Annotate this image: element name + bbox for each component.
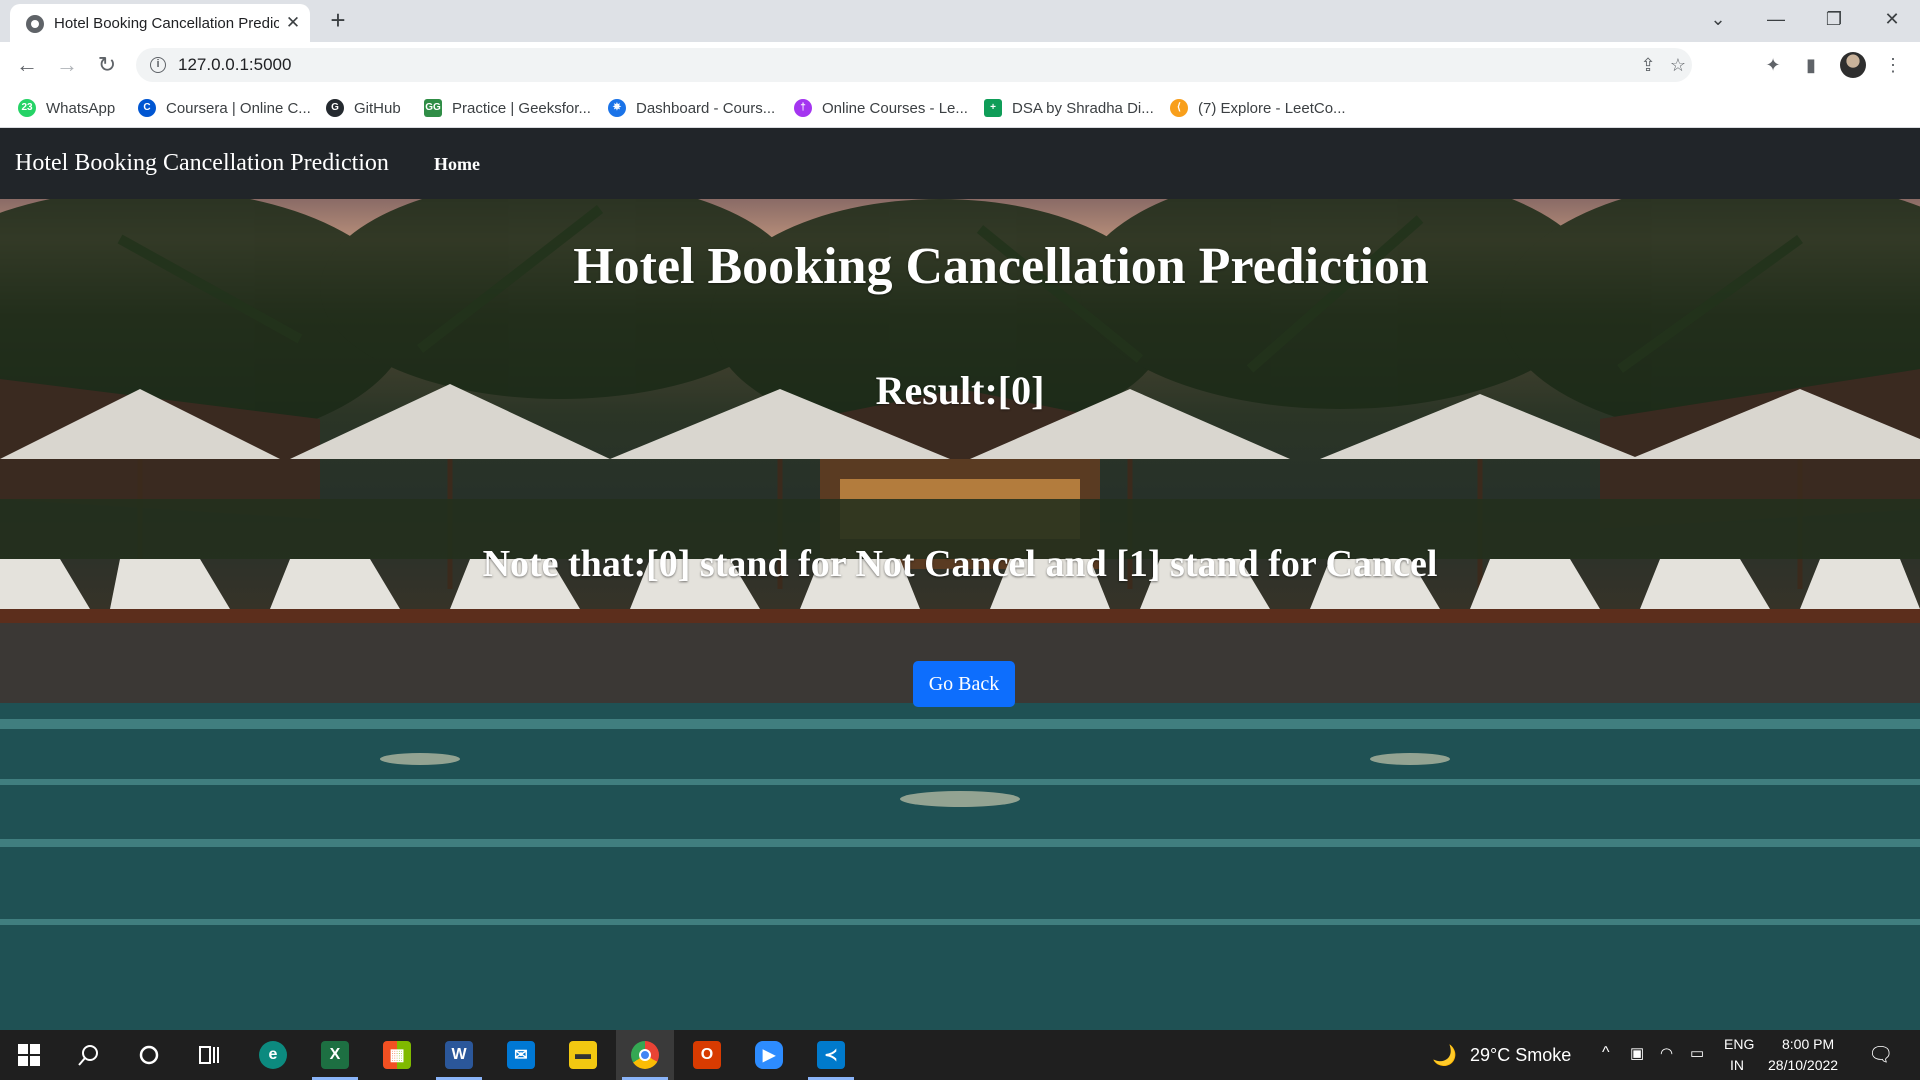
- bookmark-label: Dashboard - Cours...: [636, 99, 776, 117]
- vscode-icon: ≺: [817, 1041, 845, 1069]
- bookmark-label: Practice | Geeksfor...: [452, 99, 591, 117]
- navbar-brand[interactable]: Hotel Booking Cancellation Prediction: [15, 150, 389, 177]
- taskbar-vscode[interactable]: ≺: [802, 1030, 860, 1080]
- bookmark-label: (7) Explore - LeetCo...: [1198, 99, 1346, 117]
- online-courses-icon: †: [794, 99, 812, 117]
- taskbar-excel[interactable]: X: [306, 1030, 364, 1080]
- web-page: Hotel Booking Cancellation Prediction Ho…: [0, 128, 1920, 1030]
- nav-link-home[interactable]: Home: [434, 154, 480, 175]
- bookmark-github[interactable]: G GitHub: [326, 96, 401, 120]
- bookmark-label: DSA by Shradha Di...: [1012, 99, 1154, 117]
- sheets-icon: +: [984, 99, 1002, 117]
- notifications-icon[interactable]: 🗨: [1868, 1042, 1893, 1067]
- bookmark-coursera[interactable]: C Coursera | Online C...: [138, 96, 311, 120]
- bookmark-label: Coursera | Online C...: [166, 99, 311, 117]
- tab-search-chevron-icon[interactable]: ⌄: [1690, 0, 1746, 38]
- github-icon: G: [326, 99, 344, 117]
- battery-icon[interactable]: ▭: [1690, 1044, 1704, 1062]
- restore-button[interactable]: ❐: [1806, 0, 1862, 38]
- taskbar-store[interactable]: ▦: [368, 1030, 426, 1080]
- extensions-icon[interactable]: ✦: [1760, 52, 1786, 78]
- weather-text[interactable]: 29°C Smoke: [1470, 1045, 1571, 1066]
- close-window-button[interactable]: ✕: [1864, 0, 1920, 38]
- edge-icon: e: [259, 1041, 287, 1069]
- search-button[interactable]: [60, 1030, 118, 1080]
- cortana-icon: [139, 1045, 159, 1065]
- zoom-icon: ▶: [755, 1041, 783, 1069]
- geeksforgeeks-icon: GG: [424, 99, 442, 117]
- meet-now-icon[interactable]: ▣: [1630, 1044, 1644, 1062]
- mail-icon: ✉: [507, 1041, 535, 1069]
- weather-moon-icon[interactable]: 🌙: [1432, 1043, 1457, 1068]
- tab-title: Hotel Booking Cancellation Prediction: [54, 15, 279, 32]
- bookmark-label: GitHub: [354, 99, 401, 117]
- language-top[interactable]: ENG: [1724, 1036, 1754, 1052]
- taskbar-file-explorer[interactable]: ▬: [554, 1030, 612, 1080]
- taskbar-office[interactable]: O: [678, 1030, 736, 1080]
- taskbar-edge[interactable]: e: [244, 1030, 302, 1080]
- bookmark-online-courses[interactable]: † Online Courses - Le...: [794, 96, 968, 120]
- whatsapp-icon: 23: [18, 99, 36, 117]
- excel-icon: X: [321, 1041, 349, 1069]
- bookmark-dashboard[interactable]: ✵ Dashboard - Cours...: [608, 96, 775, 120]
- bookmark-dsa-sheet[interactable]: + DSA by Shradha Di...: [984, 96, 1154, 120]
- result-note: Note that:[0] stand for Not Cancel and […: [482, 543, 1438, 585]
- page-title: Hotel Booking Cancellation Prediction: [573, 238, 1429, 295]
- new-tab-button[interactable]: +: [324, 6, 352, 34]
- back-button[interactable]: ←: [12, 50, 42, 80]
- cortana-button[interactable]: [120, 1030, 178, 1080]
- bookmark-label: WhatsApp: [46, 99, 116, 117]
- wifi-icon[interactable]: ◠: [1660, 1044, 1673, 1062]
- clock-time[interactable]: 8:00 PM: [1782, 1036, 1834, 1052]
- hero-section: Hotel Booking Cancellation Prediction Re…: [0, 199, 1920, 1030]
- bookmark-geeksforgeeks[interactable]: GG Practice | Geeksfor...: [424, 96, 591, 120]
- language-bottom[interactable]: IN: [1730, 1057, 1744, 1073]
- clock-date[interactable]: 28/10/2022: [1768, 1057, 1838, 1073]
- chrome-icon: [631, 1041, 659, 1069]
- chrome-menu-icon[interactable]: ⋮: [1880, 52, 1906, 78]
- go-back-button[interactable]: Go Back: [913, 661, 1015, 707]
- show-hidden-icons-chevron-icon[interactable]: ^: [1602, 1044, 1610, 1062]
- resort-pool-background-image: [0, 199, 1920, 1030]
- office-icon: O: [693, 1041, 721, 1069]
- search-icon: [78, 1045, 98, 1066]
- dashboard-icon: ✵: [608, 99, 626, 117]
- forward-button[interactable]: →: [52, 50, 82, 80]
- windows-taskbar: e X ▦ W ✉ ▬ O ▶ ≺ 🌙 29°C Smoke ^ ▣ ◠ ▭ E…: [0, 1030, 1920, 1080]
- taskbar-chrome[interactable]: [616, 1030, 674, 1080]
- close-tab-icon[interactable]: ✕: [282, 12, 304, 34]
- store-icon: ▦: [383, 1041, 411, 1069]
- bookmark-whatsapp[interactable]: 23 WhatsApp: [18, 96, 115, 120]
- profile-avatar[interactable]: [1840, 52, 1866, 78]
- windows-logo-icon: [18, 1044, 40, 1066]
- address-bar[interactable]: i 127.0.0.1:5000 ⇪ ☆: [136, 48, 1692, 82]
- side-panel-icon[interactable]: ▮: [1798, 52, 1824, 78]
- browser-toolbar: ← → ↻ i 127.0.0.1:5000 ⇪ ☆ ✦ ▮ ⋮: [0, 42, 1920, 88]
- bookmark-star-icon[interactable]: ☆: [1666, 53, 1690, 77]
- site-navbar: Hotel Booking Cancellation Prediction Ho…: [0, 128, 1920, 199]
- url-text[interactable]: 127.0.0.1:5000: [178, 55, 291, 75]
- minimize-button[interactable]: —: [1748, 0, 1804, 38]
- bookmarks-bar: 23 WhatsApp C Coursera | Online C... G G…: [0, 88, 1920, 128]
- reload-button[interactable]: ↻: [92, 50, 122, 80]
- taskbar-zoom[interactable]: ▶: [740, 1030, 798, 1080]
- site-info-icon[interactable]: i: [150, 57, 166, 73]
- bookmark-label: Online Courses - Le...: [822, 99, 968, 117]
- share-icon[interactable]: ⇪: [1636, 53, 1660, 77]
- globe-icon: [26, 15, 44, 33]
- browser-tab[interactable]: Hotel Booking Cancellation Prediction ✕: [10, 4, 310, 42]
- word-icon: W: [445, 1041, 473, 1069]
- prediction-result: Result:[0]: [875, 368, 1045, 413]
- bookmark-leetcode[interactable]: ⟨ (7) Explore - LeetCo...: [1170, 96, 1346, 120]
- task-view-icon: [199, 1046, 219, 1064]
- taskbar-mail[interactable]: ✉: [492, 1030, 550, 1080]
- taskbar-word[interactable]: W: [430, 1030, 488, 1080]
- start-button[interactable]: [0, 1030, 58, 1080]
- coursera-icon: C: [138, 99, 156, 117]
- file-explorer-icon: ▬: [569, 1041, 597, 1069]
- leetcode-icon: ⟨: [1170, 99, 1188, 117]
- task-view-button[interactable]: [180, 1030, 238, 1080]
- browser-tab-strip: Hotel Booking Cancellation Prediction ✕ …: [0, 0, 1920, 42]
